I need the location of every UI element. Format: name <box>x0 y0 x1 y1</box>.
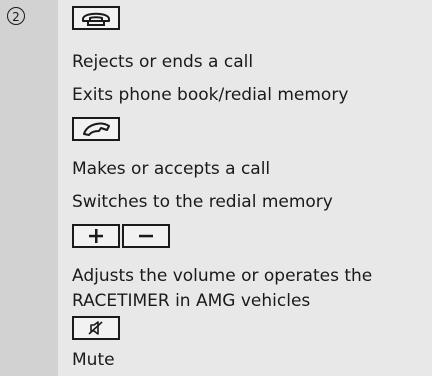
end-call-description-2: Exits phone book/redial memory <box>72 85 349 105</box>
volume-down-key <box>122 224 170 248</box>
mute-icon <box>88 321 103 335</box>
end-call-icon <box>82 12 110 26</box>
volume-up-key <box>72 224 120 248</box>
step-marker: 2 <box>7 7 25 25</box>
volume-description-1: Adjusts the volume or operates the <box>72 266 373 286</box>
mute-description: Mute <box>72 350 115 370</box>
end-call-key <box>72 6 120 30</box>
volume-description-2: RACETIMER in AMG vehicles <box>72 291 311 311</box>
volume-up-icon <box>89 229 103 243</box>
marker-column: 2 <box>0 0 58 376</box>
volume-down-icon <box>139 234 153 238</box>
accept-call-description-1: Makes or accepts a call <box>72 159 271 179</box>
accept-call-description-2: Switches to the redial memory <box>72 192 333 212</box>
accept-call-icon <box>83 122 110 136</box>
accept-call-key <box>72 117 120 141</box>
mute-key <box>72 316 120 340</box>
manual-page: 2 Rejects or ends a call Exits phone boo… <box>0 0 432 376</box>
end-call-description-1: Rejects or ends a call <box>72 52 254 72</box>
description-column: Rejects or ends a call Exits phone book/… <box>58 0 432 376</box>
